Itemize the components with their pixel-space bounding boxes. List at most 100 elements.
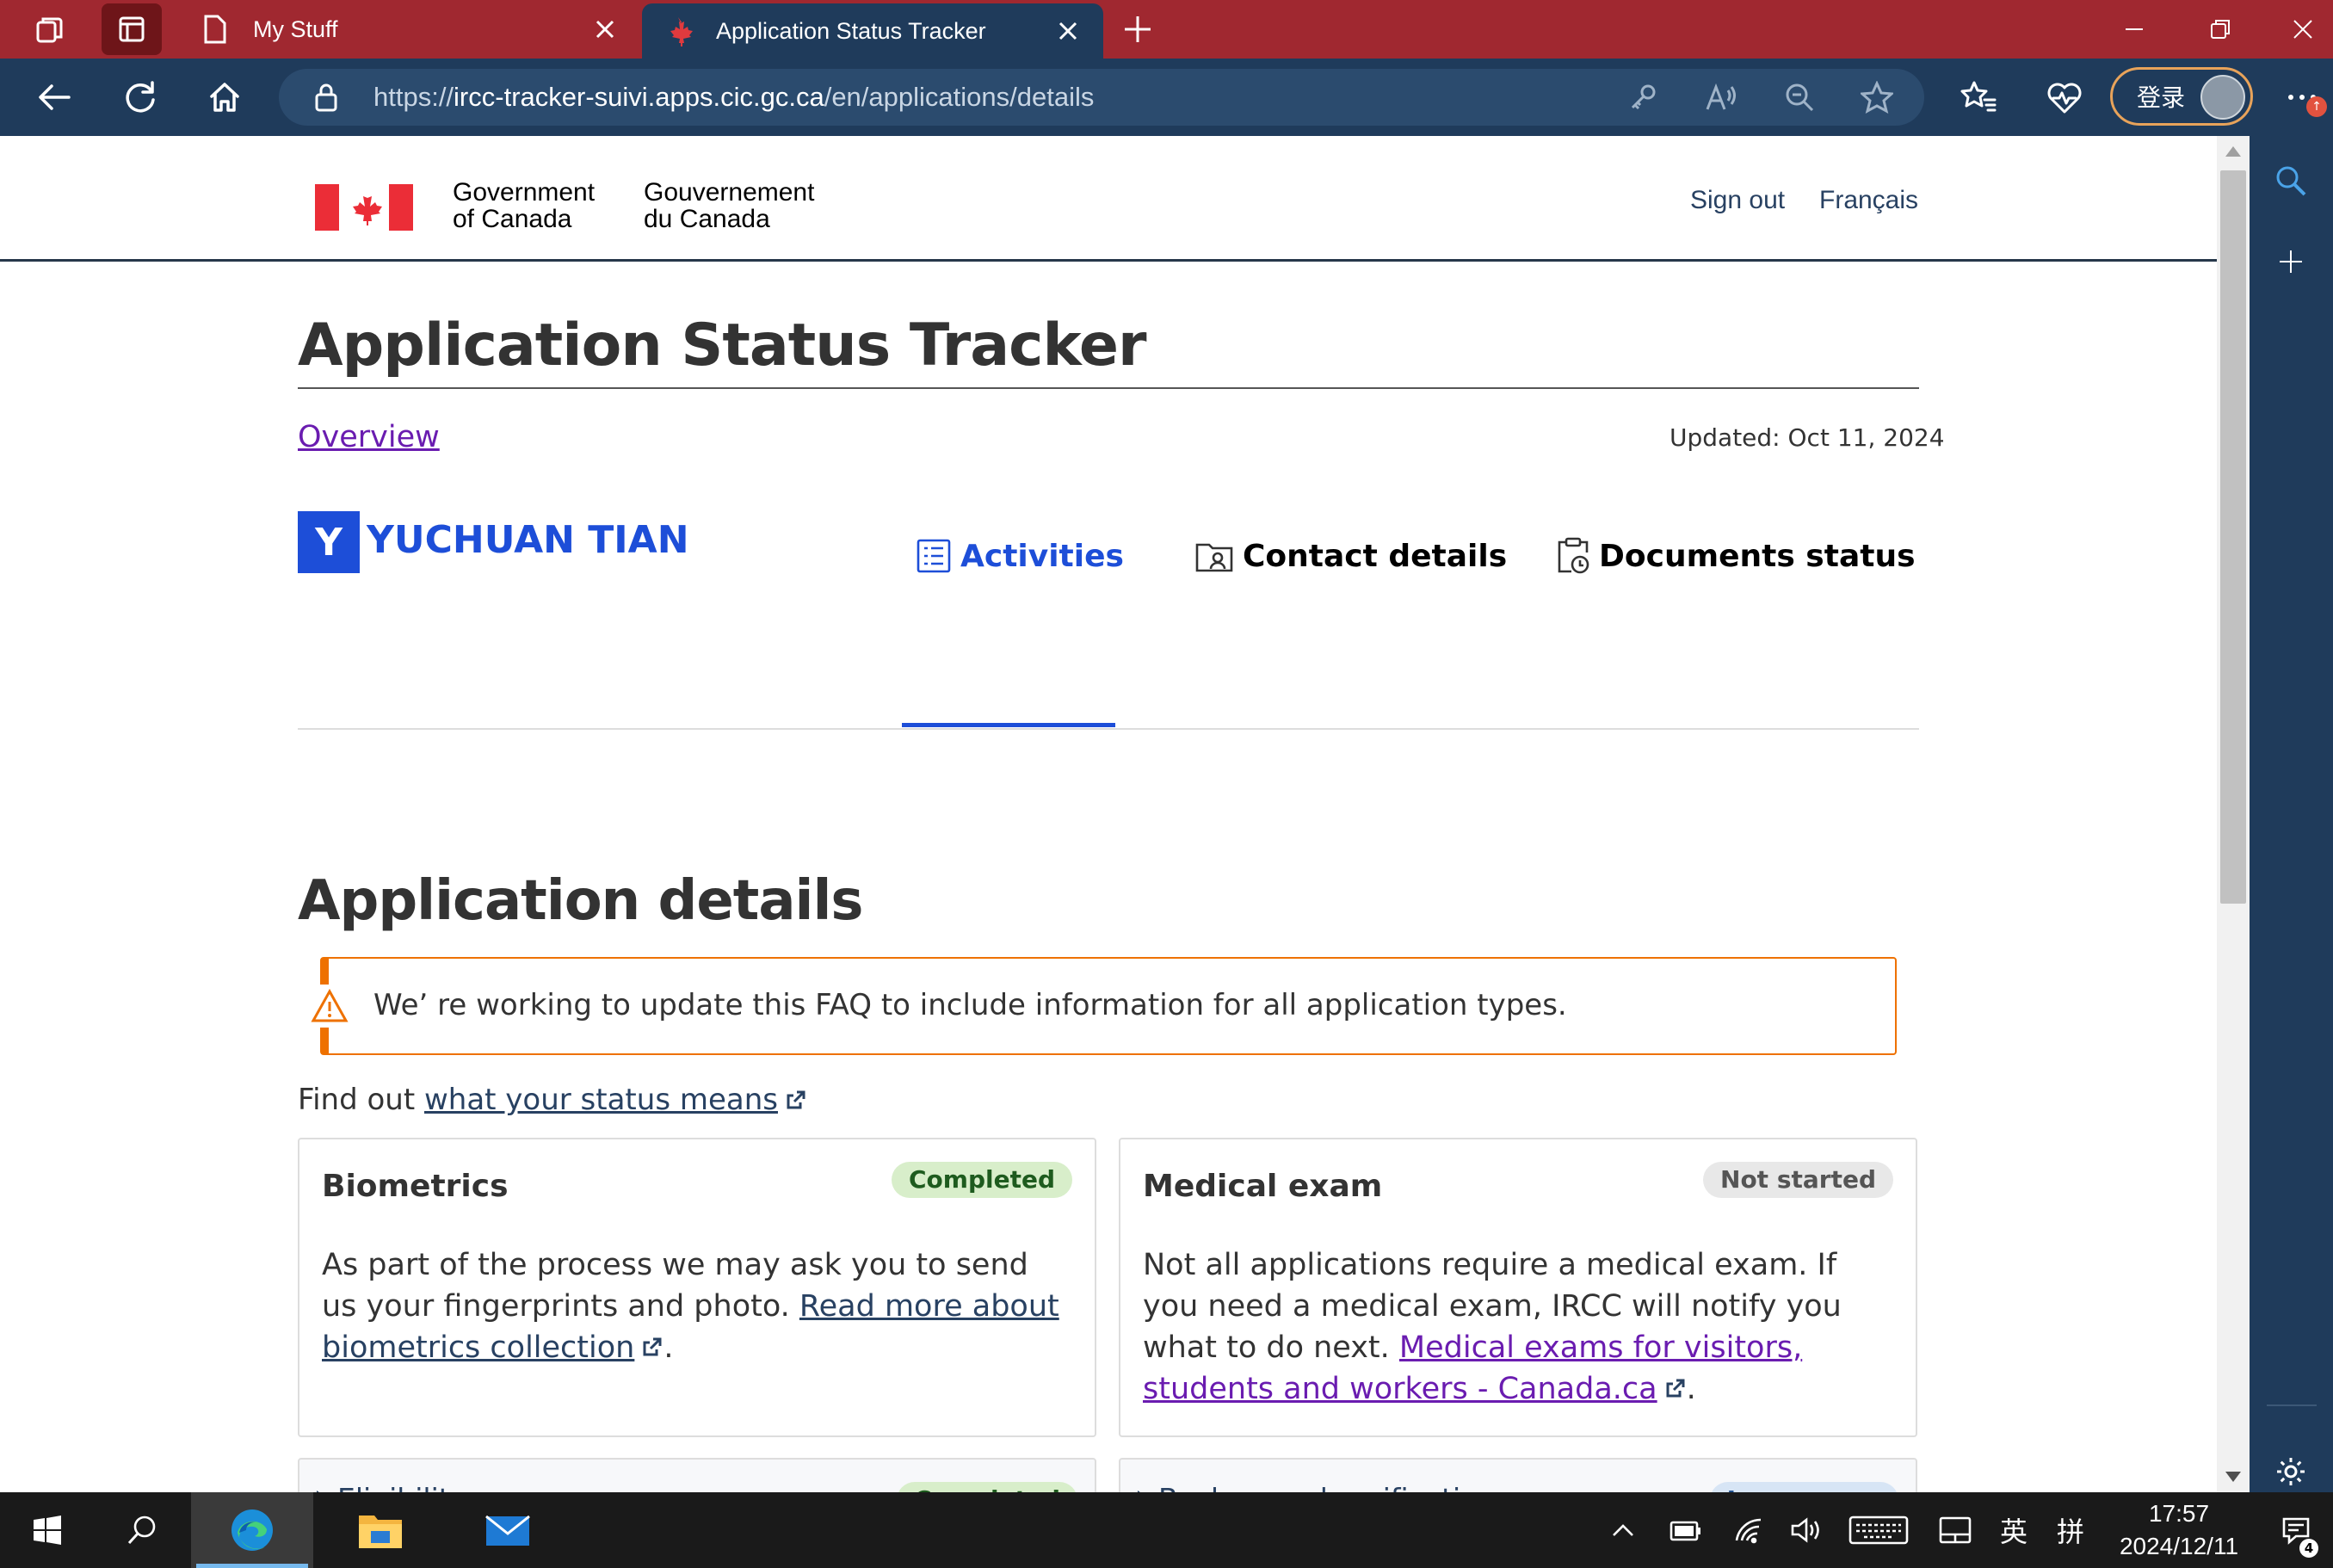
tab-contact-details[interactable]: Contact details	[1194, 522, 1507, 590]
page-title: Application Status Tracker	[298, 312, 1147, 380]
card-suffix: .	[663, 1330, 674, 1365]
windows-taskbar: 英 拼 17:57 2024/12/11	[0, 1492, 2333, 1568]
status-meaning-link[interactable]: what your status means	[424, 1083, 778, 1117]
home-button[interactable]	[194, 59, 255, 136]
card-body: As part of the process we may ask you to…	[322, 1244, 1062, 1369]
tab-activities[interactable]: Activities	[916, 522, 1124, 590]
gc-wordmark-line: Government	[453, 178, 596, 207]
card-title: Biometrics	[322, 1169, 509, 1204]
favorites-icon[interactable]	[1948, 59, 2009, 136]
volume-icon[interactable]	[1787, 1492, 1824, 1568]
applicant-name: YUCHUAN TIAN	[367, 518, 689, 562]
battery-icon[interactable]	[1664, 1492, 1706, 1568]
show-hidden-icons-chevron-icon[interactable]	[1606, 1492, 1640, 1568]
edge-browser-icon[interactable]	[191, 1492, 313, 1568]
profile-button[interactable]: 登录	[2110, 67, 2253, 126]
tab-my-stuff[interactable]: My Stuff	[179, 0, 640, 59]
language-toggle-link[interactable]: Français	[1819, 186, 1918, 215]
read-aloud-icon[interactable]	[1699, 76, 1742, 119]
warning-alert: We’ re working to update this FAQ to inc…	[308, 957, 1897, 1055]
favorite-star-icon[interactable]	[1855, 76, 1898, 119]
accordion-label[interactable]: Background verification	[1158, 1482, 1496, 1492]
sidebar-divider	[2267, 1404, 2317, 1406]
tab-documents-status[interactable]: Documents status	[1556, 522, 1916, 590]
reload-button[interactable]	[110, 59, 170, 136]
card-title: Medical exam	[1143, 1169, 1383, 1204]
tab-application-status-tracker[interactable]: Application Status Tracker	[642, 3, 1103, 59]
background-verification-accordion[interactable]: Background verification In progress	[1119, 1458, 1917, 1492]
search-icon[interactable]	[2265, 155, 2317, 207]
zoom-out-icon[interactable]	[1778, 76, 1821, 119]
wifi-icon[interactable]	[1730, 1492, 1768, 1568]
touch-keyboard-icon[interactable]	[1847, 1492, 1910, 1568]
updated-date: Updated: Oct 11, 2024	[1670, 423, 1945, 452]
card-body: Not all applications require a medical e…	[1143, 1244, 1883, 1411]
active-app-indicator	[196, 1564, 308, 1568]
system-clock[interactable]: 17:57 2024/12/11	[2102, 1497, 2256, 1563]
file-explorer-icon[interactable]	[320, 1492, 441, 1568]
workspaces-icon[interactable]	[17, 0, 83, 59]
biometrics-card: Biometrics Completed As part of the proc…	[298, 1138, 1096, 1437]
input-language-indicator[interactable]: 英	[1995, 1492, 2033, 1568]
new-tab-button[interactable]	[1112, 0, 1163, 59]
title-divider	[298, 387, 1919, 389]
maple-leaf-icon	[661, 14, 695, 48]
url-text[interactable]: https://ircc-tracker-suivi.apps.cic.gc.c…	[373, 69, 1094, 126]
scroll-thumb[interactable]	[2220, 170, 2246, 904]
page-scrollbar[interactable]	[2217, 136, 2250, 1492]
close-icon[interactable]	[583, 8, 626, 51]
tab-label: Contact details	[1243, 538, 1508, 574]
avatar	[2200, 75, 2245, 120]
overview-link[interactable]: Overview	[298, 420, 440, 454]
restore-button[interactable]	[2186, 0, 2255, 59]
gc-wordmark-line: of Canada	[453, 205, 572, 233]
accordion-label[interactable]: Eligibility	[337, 1482, 466, 1492]
tab-actions-icon[interactable]	[102, 3, 162, 55]
page-icon	[198, 12, 232, 46]
warning-icon	[308, 985, 351, 1028]
page-content: Government of Canada Gouvernement du Can…	[0, 136, 2217, 1492]
status-badge: Completed	[891, 1162, 1072, 1198]
more-menu-icon[interactable]	[2272, 59, 2332, 136]
address-bar[interactable]: https://ircc-tracker-suivi.apps.cic.gc.c…	[279, 69, 1924, 126]
activities-list-icon	[917, 539, 951, 573]
close-icon[interactable]	[1046, 9, 1089, 52]
back-button[interactable]	[24, 59, 84, 136]
section-title: Application details	[298, 869, 863, 933]
clock-time: 17:57	[2148, 1500, 2210, 1527]
notification-count-badge: 4	[2299, 1539, 2318, 1558]
sign-out-link[interactable]: Sign out	[1690, 186, 1785, 215]
clock-date: 2024/12/11	[2119, 1533, 2239, 1559]
canada-flag-icon	[315, 184, 413, 231]
tablet-mode-icon[interactable]	[1935, 1492, 1976, 1568]
windows-start-icon[interactable]	[17, 1492, 77, 1568]
gc-wordmark-en[interactable]: Government of Canada	[453, 179, 595, 232]
gear-icon[interactable]	[2265, 1446, 2317, 1497]
minimize-button[interactable]	[2100, 0, 2169, 59]
tab-title: My Stuff	[253, 15, 338, 42]
medical-exam-card: Medical exam Not started Not all applica…	[1119, 1138, 1917, 1437]
eligibility-accordion[interactable]: Eligibility Completed	[298, 1458, 1096, 1492]
tab-title: Application Status Tracker	[716, 17, 986, 44]
add-sidebar-app-icon[interactable]	[2265, 236, 2317, 287]
external-link-icon	[785, 1084, 807, 1119]
lock-icon[interactable]	[310, 81, 343, 114]
url-path: /en/applications/details	[824, 82, 1095, 112]
window-close-button[interactable]	[2272, 0, 2333, 59]
mail-icon[interactable]	[447, 1492, 568, 1568]
gc-header: Government of Canada Gouvernement du Can…	[0, 136, 2217, 262]
scroll-up-arrow-icon[interactable]	[2225, 146, 2241, 157]
browser-essentials-icon[interactable]	[2034, 59, 2095, 136]
gc-wordmark-fr[interactable]: Gouvernement du Canada	[644, 179, 814, 232]
active-tab-indicator	[902, 723, 1115, 727]
status-badge: Not started	[1703, 1162, 1893, 1198]
update-badge: ↑	[2306, 96, 2327, 117]
scroll-down-arrow-icon[interactable]	[2225, 1472, 2241, 1482]
ime-mode-indicator[interactable]: 拼	[2052, 1492, 2089, 1568]
findout-prefix: Find out	[298, 1083, 424, 1117]
tab-label: Activities	[960, 538, 1124, 574]
key-icon[interactable]	[1621, 76, 1664, 119]
browser-sidebar	[2250, 136, 2333, 1492]
user-initial-badge: Y	[298, 511, 360, 573]
taskbar-search-icon[interactable]	[112, 1492, 172, 1568]
